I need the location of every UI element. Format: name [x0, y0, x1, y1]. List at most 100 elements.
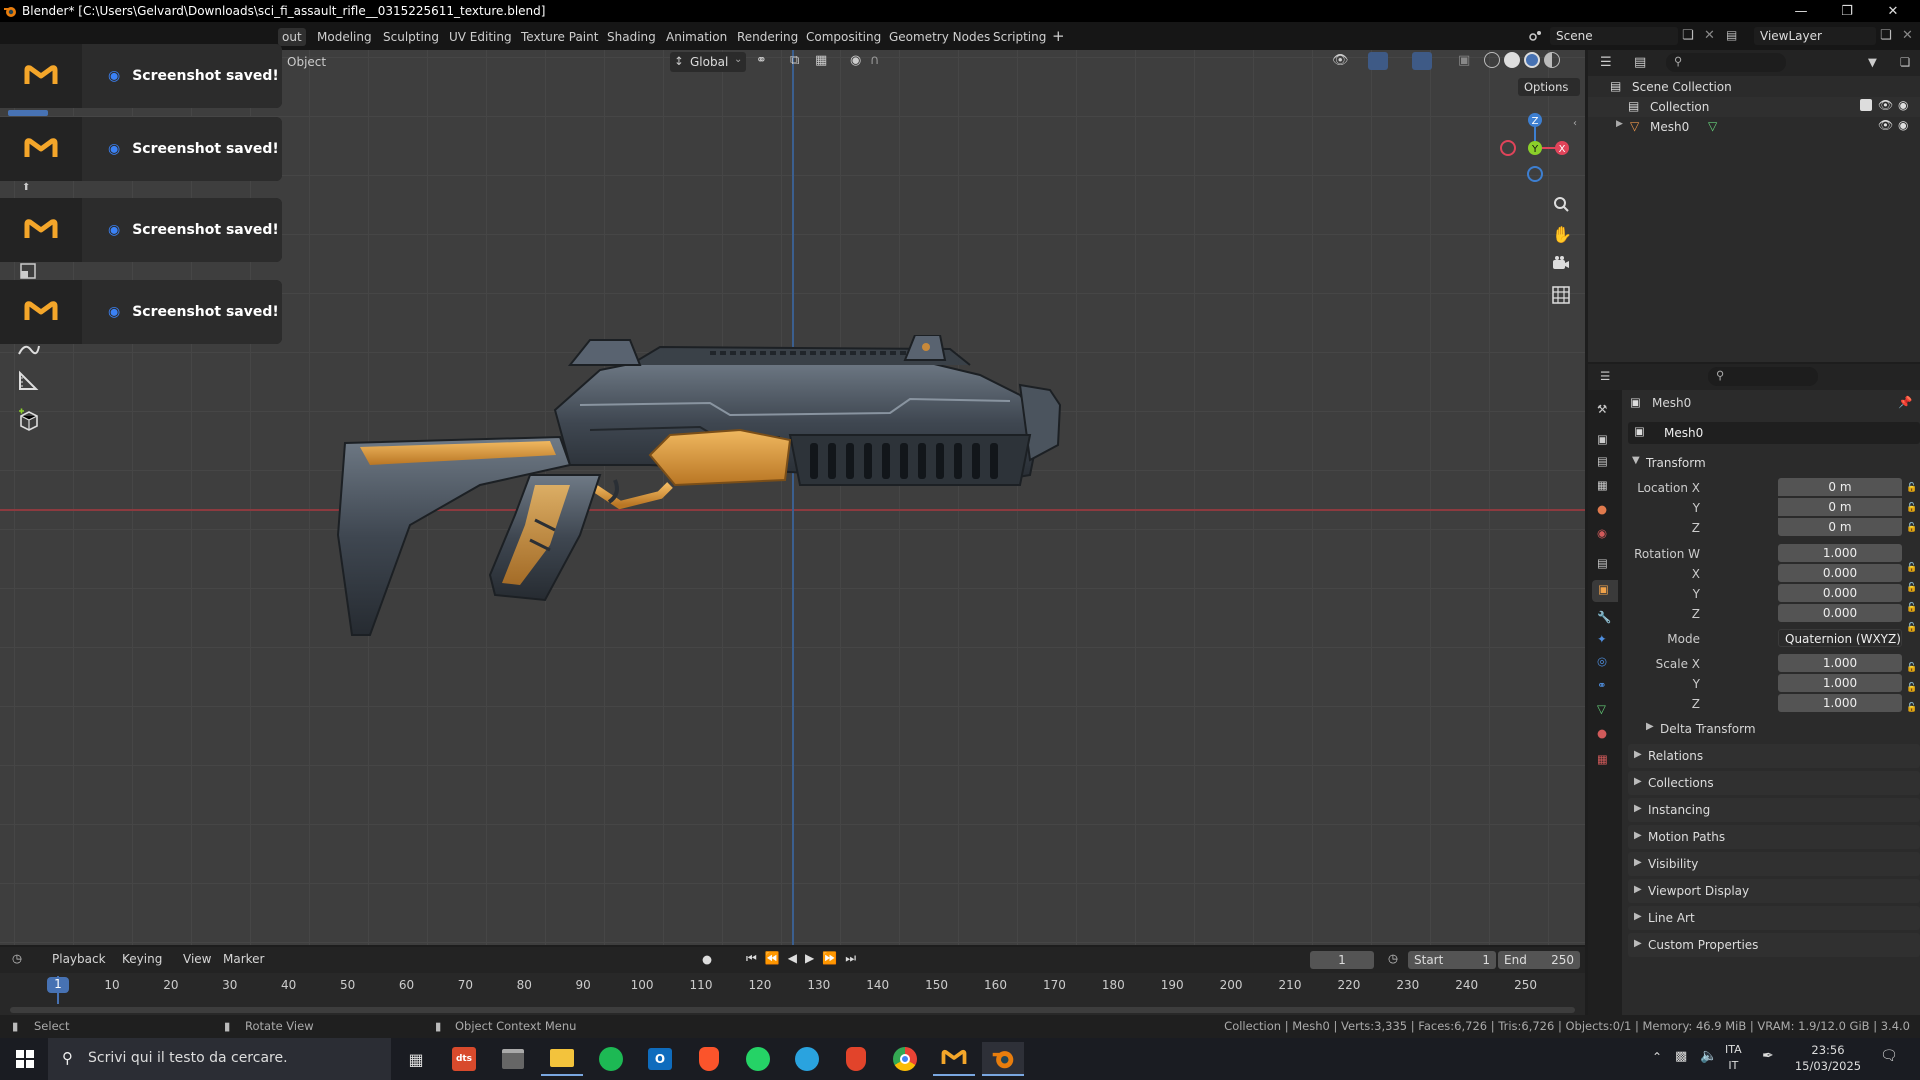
tab-modeling[interactable]: Modeling [317, 30, 372, 44]
toast-notification[interactable]: ◉ Screenshot saved! [0, 280, 282, 344]
options-dropdown[interactable]: Options [1518, 78, 1580, 96]
tab-geometry-nodes[interactable]: Geometry Nodes [889, 30, 990, 44]
clock[interactable]: 23:56 15/03/2025 [1792, 1042, 1864, 1074]
location-x-field[interactable]: 0 m [1778, 478, 1902, 496]
object-tab-icon[interactable]: ▣ [1592, 580, 1618, 602]
taskbar-search[interactable]: ⚲ Scrivi qui il testo da cercare. [48, 1038, 391, 1080]
chrome-icon[interactable] [884, 1042, 926, 1076]
transform-section-header[interactable]: ▼ Transform [1628, 451, 1920, 475]
checkbox-icon[interactable] [1860, 99, 1872, 111]
gizmo-toggle-icon[interactable] [1368, 52, 1388, 70]
location-y-field[interactable]: 0 m [1778, 498, 1902, 516]
toolbar-arrow-icon[interactable]: ⬆ [22, 182, 30, 193]
constraints-tab-icon[interactable]: ⚭ [1597, 678, 1607, 692]
telegram-icon[interactable] [786, 1042, 828, 1076]
hand-icon[interactable]: ✋ [1552, 225, 1572, 244]
pivot-icon[interactable]: ⚭ [756, 53, 767, 68]
restore-button[interactable]: ❐ [1824, 0, 1870, 22]
lock-icons[interactable]: 🔓 🔓 🔓 🔓 🔓 🔓 🔓 🔓 🔓 🔓 [1906, 478, 1920, 718]
scene-tab-icon[interactable]: ● [1597, 502, 1607, 516]
scale-x-field[interactable]: 1.000 [1778, 654, 1902, 672]
windows-start-icon[interactable] [4, 1042, 46, 1076]
camera-icon[interactable]: ◉ [1898, 98, 1908, 112]
visibility-icon[interactable]: 👁 [1332, 53, 1349, 68]
proportional-edit-icon[interactable]: ◉ [850, 53, 861, 68]
orientation-dropdown[interactable]: ↕ Global ⌄ [670, 52, 746, 72]
add-cube-tool-icon[interactable] [17, 408, 41, 432]
rotation-y-field[interactable]: 0.000 [1778, 584, 1902, 602]
outliner-scene-collection[interactable]: ▤ Scene Collection [1588, 77, 1920, 97]
location-z-field[interactable]: 0 m [1778, 518, 1902, 536]
scene-icon[interactable] [1526, 27, 1546, 45]
particles-tab-icon[interactable]: ✦ [1597, 632, 1607, 646]
texture-tab-icon[interactable]: ▦ [1597, 752, 1608, 766]
rotation-z-field[interactable]: 0.000 [1778, 604, 1902, 622]
camera-icon[interactable]: ◉ [1898, 118, 1908, 132]
whatsapp-icon[interactable] [737, 1042, 779, 1076]
filter-icon[interactable]: ▼ [1868, 55, 1877, 69]
instancing-section[interactable]: ▶ Instancing [1628, 798, 1920, 822]
toast-notification[interactable]: ◉ Screenshot saved! [0, 198, 282, 262]
physics-tab-icon[interactable]: ◎ [1597, 654, 1607, 668]
scale-y-field[interactable]: 1.000 [1778, 674, 1902, 692]
collapse-sidebar-icon[interactable]: ‹ [1573, 118, 1577, 129]
add-workspace-button[interactable]: + [1052, 27, 1065, 45]
minimize-button[interactable]: — [1778, 0, 1824, 22]
delete-scene-icon[interactable]: ✕ [1704, 28, 1715, 43]
new-view-layer-icon[interactable]: ❏ [1880, 28, 1892, 43]
measure-tool-icon[interactable] [17, 370, 39, 392]
rifle-model[interactable] [330, 335, 1280, 675]
tab-shading[interactable]: Shading [607, 30, 656, 44]
outliner-mesh0[interactable]: ▶ ▽ Mesh0 ▽ 👁 ◉ [1588, 117, 1920, 137]
spotify-icon[interactable] [590, 1042, 632, 1076]
overlay-toggle-icon[interactable] [1412, 52, 1432, 70]
brave-beta-icon[interactable] [835, 1042, 877, 1076]
tool-tab-icon[interactable]: ⚒ [1597, 402, 1607, 416]
view-layer-icon[interactable]: ▤ [1726, 28, 1737, 42]
outliner-collection[interactable]: ▤ Collection 👁 ◉ [1588, 97, 1920, 117]
language-indicator[interactable]: ITA IT [1725, 1042, 1742, 1074]
tab-scripting[interactable]: Scripting [993, 30, 1046, 44]
solid-shading-icon[interactable] [1504, 52, 1520, 68]
data-tab-icon[interactable]: ▽ [1597, 702, 1606, 716]
custom-properties-section[interactable]: ▶ Custom Properties [1628, 933, 1920, 957]
expand-arrow-icon[interactable]: ▶ [1616, 119, 1623, 129]
object-name-field[interactable]: ▣ Mesh0 [1628, 422, 1920, 444]
brave-icon[interactable] [688, 1042, 730, 1076]
store-icon[interactable] [492, 1042, 534, 1076]
grid-icon[interactable] [1552, 286, 1570, 304]
delete-view-layer-icon[interactable]: ✕ [1902, 28, 1913, 43]
xray-icon[interactable]: ▣ [1458, 53, 1470, 68]
viewport-display-section[interactable]: ▶ Viewport Display [1628, 879, 1920, 903]
eye-icon[interactable]: 👁 [1878, 118, 1893, 132]
toast-notification[interactable]: ◉ Screenshot saved! [0, 117, 282, 181]
tab-uv-editing[interactable]: UV Editing [449, 30, 512, 44]
timeline-scrollbar[interactable] [10, 1007, 1575, 1013]
view-layer-selector[interactable]: ViewLayer [1754, 27, 1876, 45]
wireframe-shading-icon[interactable] [1484, 52, 1500, 68]
world-tab-icon[interactable]: ◉ [1597, 526, 1607, 540]
rotation-mode-dropdown[interactable]: Quaternion (WXYZ) [1778, 629, 1902, 647]
dts-app-icon[interactable]: dts [443, 1042, 485, 1076]
collections-section[interactable]: ▶ Collections [1628, 771, 1920, 795]
outliner-search-input[interactable]: ⚲ [1666, 53, 1786, 72]
zoom-icon[interactable] [1552, 195, 1570, 213]
tab-compositing[interactable]: Compositing [806, 30, 881, 44]
close-window-button[interactable]: ✕ [1870, 0, 1916, 22]
tab-sculpting[interactable]: Sculpting [383, 30, 439, 44]
line-art-section[interactable]: ▶ Line Art [1628, 906, 1920, 930]
toast-notification[interactable]: ◉ Screenshot saved! [0, 44, 282, 108]
falloff-icon[interactable]: ∩ [870, 53, 880, 68]
visibility-section[interactable]: ▶ Visibility [1628, 852, 1920, 876]
snap-target-icon[interactable]: ▦ [815, 53, 827, 68]
editor-type-icon[interactable]: ☰ [1600, 55, 1612, 70]
rotation-w-field[interactable]: 1.000 [1778, 544, 1902, 562]
scene-selector[interactable]: Scene [1550, 27, 1678, 45]
navigation-gizmo[interactable]: Z X Y [1490, 108, 1570, 188]
network-icon[interactable]: ▩ [1675, 1049, 1687, 1064]
tab-layout[interactable]: out [278, 28, 306, 46]
motion-paths-section[interactable]: ▶ Motion Paths [1628, 825, 1920, 849]
rotation-x-field[interactable]: 0.000 [1778, 564, 1902, 582]
object-menu[interactable]: Object [287, 55, 326, 69]
eye-icon[interactable]: 👁 [1878, 98, 1893, 112]
